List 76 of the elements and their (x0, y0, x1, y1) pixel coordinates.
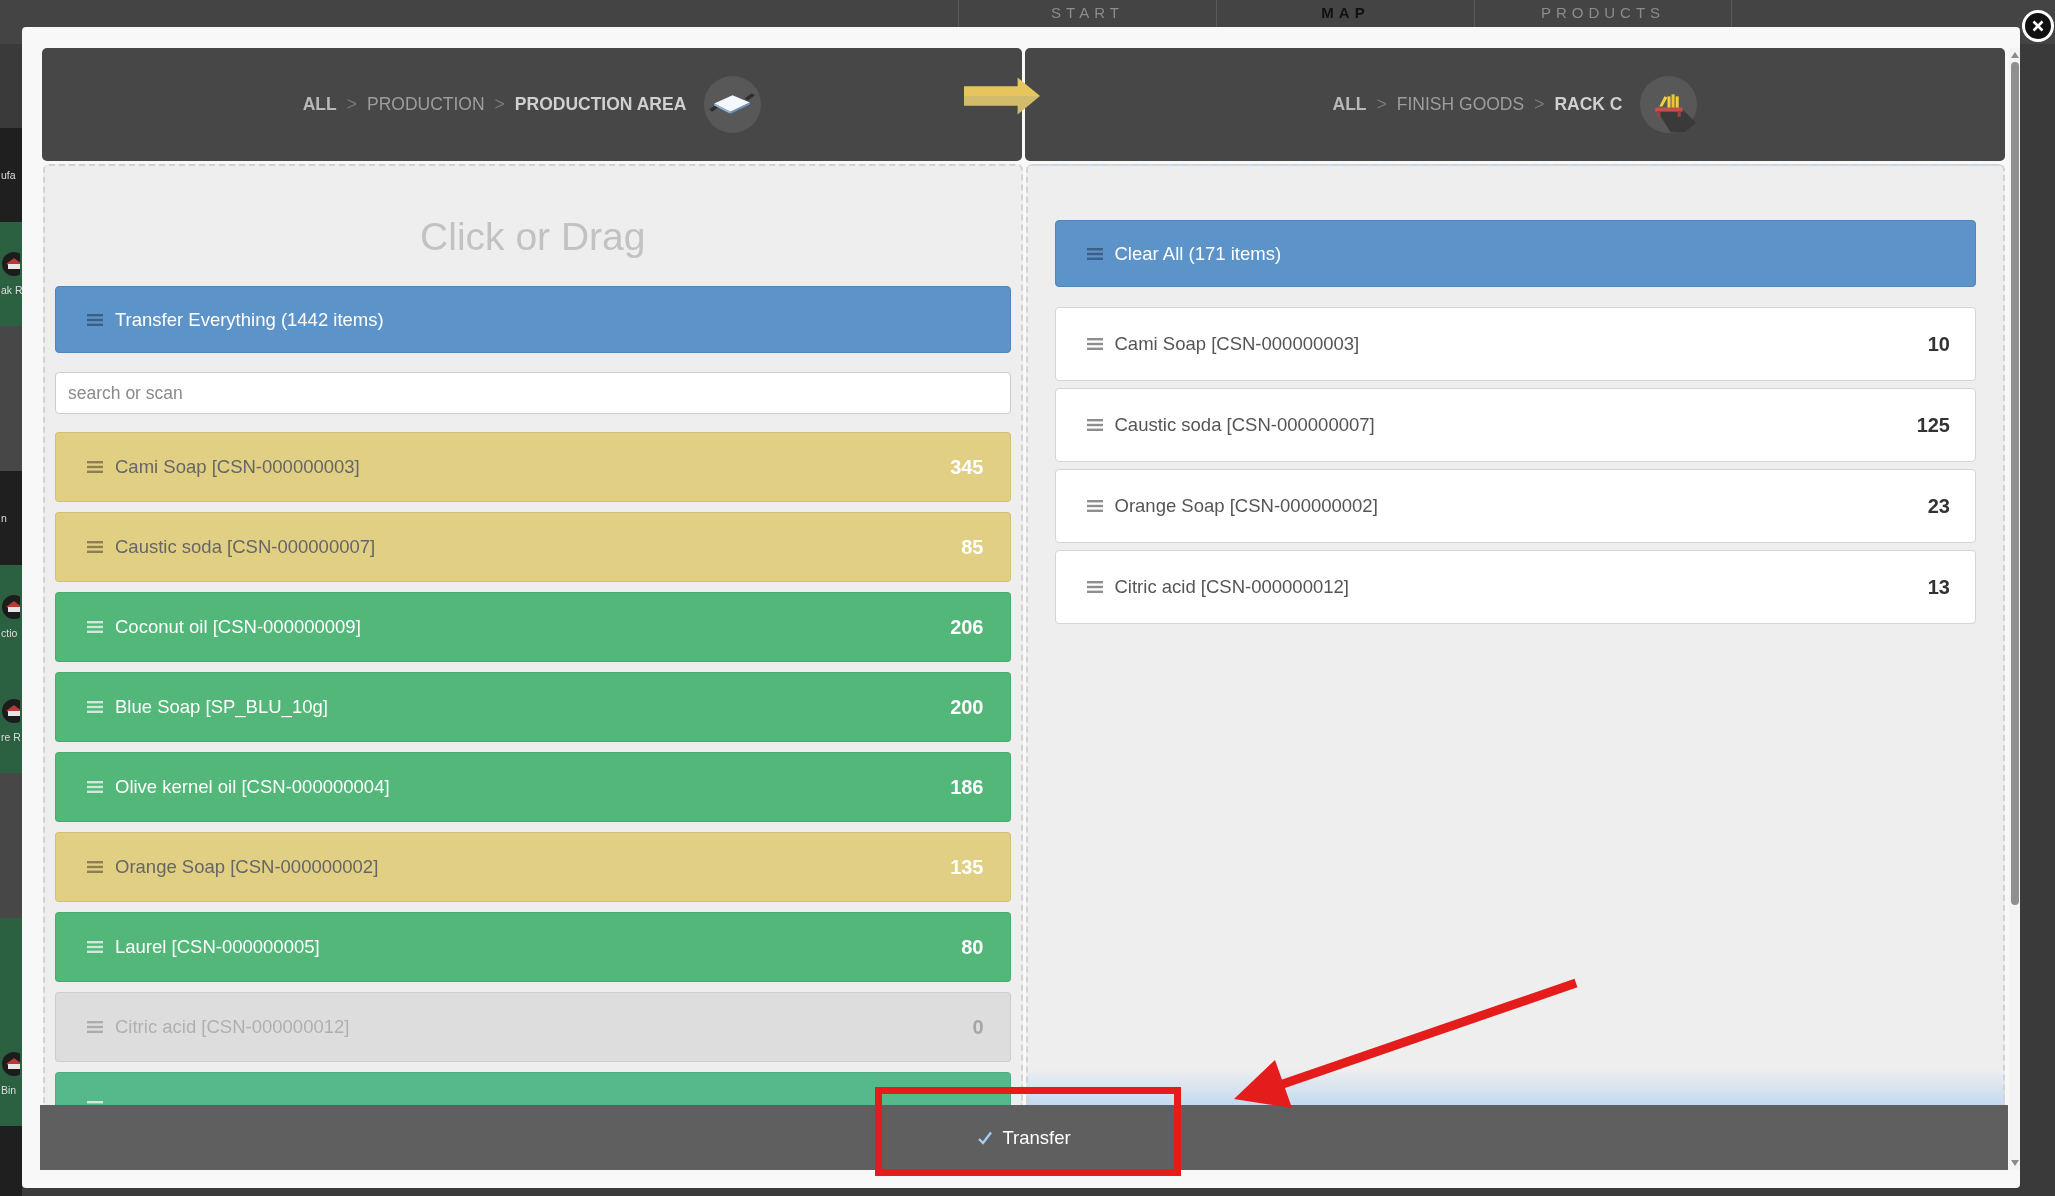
item-row[interactable]: Olive kernel oil [CSN-000000004] 186 (55, 752, 1011, 822)
item-quantity: 186 (950, 775, 984, 799)
item-quantity: 200 (950, 695, 984, 719)
item-name: Orange Soap [CSN-000000002] (1114, 495, 1378, 517)
shelf-icon (1640, 76, 1698, 133)
item-name: Blue Soap [SP_BLU_10g] (115, 696, 328, 718)
clear-all-button[interactable]: Clear All (171 items) (1054, 220, 1976, 287)
item-quantity: 125 (1916, 413, 1950, 437)
item-name: Olive kernel oil [CSN-000000004] (115, 776, 390, 798)
item-name: Citric acid [CSN-000000012] (1114, 576, 1349, 598)
hamburger-icon (87, 861, 103, 873)
hamburger-icon (1086, 419, 1103, 431)
card-label: ctio (0, 626, 19, 640)
hamburger-icon (87, 941, 103, 953)
item-name: Orange Soap [CSN-000000002] (115, 856, 379, 878)
item-name: Coconut oil [CSN-000000009] (115, 616, 361, 638)
breadcrumb-link[interactable]: RACK C (1554, 94, 1623, 115)
item-row[interactable]: Cami Soap [CSN-000000003] 345 (55, 432, 1011, 502)
scrollbar[interactable] (2009, 48, 2020, 1170)
check-icon (977, 1130, 994, 1145)
item-name: Cami Soap [CSN-000000003] (115, 456, 360, 478)
transfer-everything-button[interactable]: Transfer Everything (1442 items) (55, 286, 1011, 353)
breadcrumb-link[interactable]: ALL (1332, 94, 1367, 115)
item-name: Caustic soda [CSN-000000007] (1114, 414, 1375, 436)
right-arrow-icon (964, 77, 1042, 115)
item-quantity: 135 (950, 855, 984, 879)
item-quantity: 13 (1927, 575, 1950, 599)
hamburger-icon (87, 313, 103, 326)
hamburger-icon (1086, 247, 1103, 260)
breadcrumb-separator: > (1376, 94, 1387, 115)
hamburger-icon (87, 541, 103, 553)
hamburger-icon (87, 461, 103, 473)
breadcrumb-separator: > (494, 94, 505, 115)
item-quantity: 85 (961, 535, 984, 559)
hamburger-icon (1086, 581, 1103, 593)
hamburger-icon (1086, 500, 1103, 512)
item-row[interactable]: Laurel [CSN-000000005] 80 (55, 912, 1011, 982)
item-quantity: 10 (1927, 332, 1950, 356)
scroll-up-icon (2010, 52, 2019, 58)
breadcrumb-separator: > (346, 94, 357, 115)
breadcrumb-separator: > (1534, 94, 1545, 115)
search-field[interactable]: search or scan (55, 372, 1011, 414)
scroll-down-icon (2010, 1160, 2019, 1166)
close-icon (2032, 20, 2044, 32)
item-quantity: 23 (1927, 494, 1950, 518)
breadcrumb-link[interactable]: PRODUCTION AREA (514, 94, 687, 115)
item-row[interactable]: Citric acid [CSN-000000012] 13 (1054, 550, 1976, 624)
item-quantity: 345 (950, 455, 984, 479)
item-name: Cami Soap [CSN-000000003] (1114, 333, 1360, 355)
breadcrumb-link[interactable]: ALL (302, 94, 337, 115)
item-row[interactable]: Blue Soap [SP_BLU_10g] 200 (55, 672, 1011, 742)
scrollbar-thumb[interactable] (2010, 62, 2019, 905)
hamburger-icon (87, 1021, 103, 1033)
item-row[interactable]: Caustic soda [CSN-000000007] 85 (55, 512, 1011, 582)
item-name: Laurel [CSN-000000005] (115, 936, 320, 958)
item-row[interactable]: Cami Soap [CSN-000000003] 10 (1054, 307, 1976, 381)
hamburger-icon (87, 621, 103, 633)
item-name: Caustic soda [CSN-000000007] (115, 536, 376, 558)
item-row[interactable]: Orange Soap [CSN-000000002] 23 (1054, 469, 1976, 543)
card-label: ufa (0, 168, 17, 182)
card-label: re R (0, 730, 22, 744)
card-label: Bin (0, 1083, 18, 1097)
breadcrumb-link[interactable]: PRODUCTION (366, 94, 485, 115)
transfer-button[interactable]: Transfer (893, 1111, 1155, 1164)
hamburger-icon (87, 701, 103, 713)
hamburger-icon (87, 781, 103, 793)
card-label: ak R (0, 283, 22, 297)
breadcrumb-link[interactable]: FINISH GOODS (1396, 94, 1525, 115)
card-label: n (0, 511, 8, 525)
item-row[interactable]: Orange Soap [CSN-000000002] 135 (55, 832, 1011, 902)
item-row[interactable]: Caustic soda [CSN-000000007] 125 (1054, 388, 1976, 462)
item-row[interactable]: Coconut oil [CSN-000000009] 206 (55, 592, 1011, 662)
pallet-icon (704, 76, 762, 133)
hamburger-icon (1086, 338, 1103, 350)
item-quantity: 80 (961, 935, 984, 959)
item-quantity: 206 (950, 615, 984, 639)
